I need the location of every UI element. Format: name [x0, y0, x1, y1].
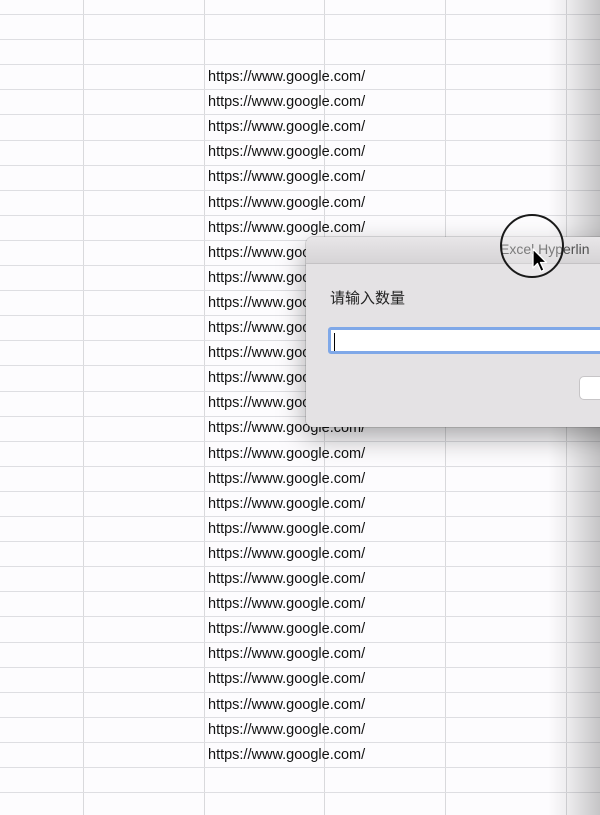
url-cell[interactable]: https://www.google.com/: [208, 718, 365, 743]
url-cell[interactable]: https://www.goo: [208, 341, 310, 366]
url-cell[interactable]: https://www.google.com/: [208, 592, 365, 617]
url-cell[interactable]: https://www.google.com/: [208, 191, 365, 216]
url-cell[interactable]: https://www.goo: [208, 366, 310, 391]
url-cell[interactable]: https://www.google.com/: [208, 442, 365, 467]
url-cell[interactable]: https://www.google.com/: [208, 467, 365, 492]
url-cell[interactable]: https://www.google.com/: [208, 617, 365, 642]
row-gridline: [0, 39, 600, 40]
url-cell[interactable]: https://www.google.com/: [208, 115, 365, 140]
url-cell[interactable]: https://www.google.com/: [208, 517, 365, 542]
url-cell[interactable]: https://www.google.com/: [208, 90, 365, 115]
url-cell[interactable]: https://www.google.com/: [208, 567, 365, 592]
quantity-input[interactable]: [328, 327, 600, 354]
url-cell[interactable]: https://www.goo: [208, 316, 310, 341]
url-cell[interactable]: https://www.google.com/: [208, 542, 365, 567]
url-cell[interactable]: https://www.goo: [208, 241, 310, 266]
url-cell[interactable]: https://www.goo: [208, 266, 310, 291]
url-cell[interactable]: https://www.google.com/: [208, 140, 365, 165]
url-cell[interactable]: https://www.google.com/: [208, 165, 365, 190]
arrow-pointer-icon: [532, 248, 548, 273]
url-cell[interactable]: https://www.google.com/: [208, 65, 365, 90]
row-gridline: [0, 792, 600, 793]
url-cell[interactable]: https://www.goo: [208, 291, 310, 316]
quantity-prompt-label: 请输入数量: [330, 290, 406, 307]
row-gridline: [0, 14, 600, 15]
url-cell[interactable]: https://www.google.com/: [208, 743, 365, 768]
dialog-body: 请输入数量: [306, 264, 600, 427]
url-cell[interactable]: https://www.google.com/: [208, 667, 365, 692]
url-cell[interactable]: https://www.google.com/: [208, 693, 365, 718]
url-cell[interactable]: https://www.google.com/: [208, 642, 365, 667]
url-cell[interactable]: https://www.google.com/: [208, 492, 365, 517]
url-cell[interactable]: https://www.goo: [208, 391, 310, 416]
text-caret: [334, 333, 335, 351]
ok-button[interactable]: [579, 376, 600, 400]
